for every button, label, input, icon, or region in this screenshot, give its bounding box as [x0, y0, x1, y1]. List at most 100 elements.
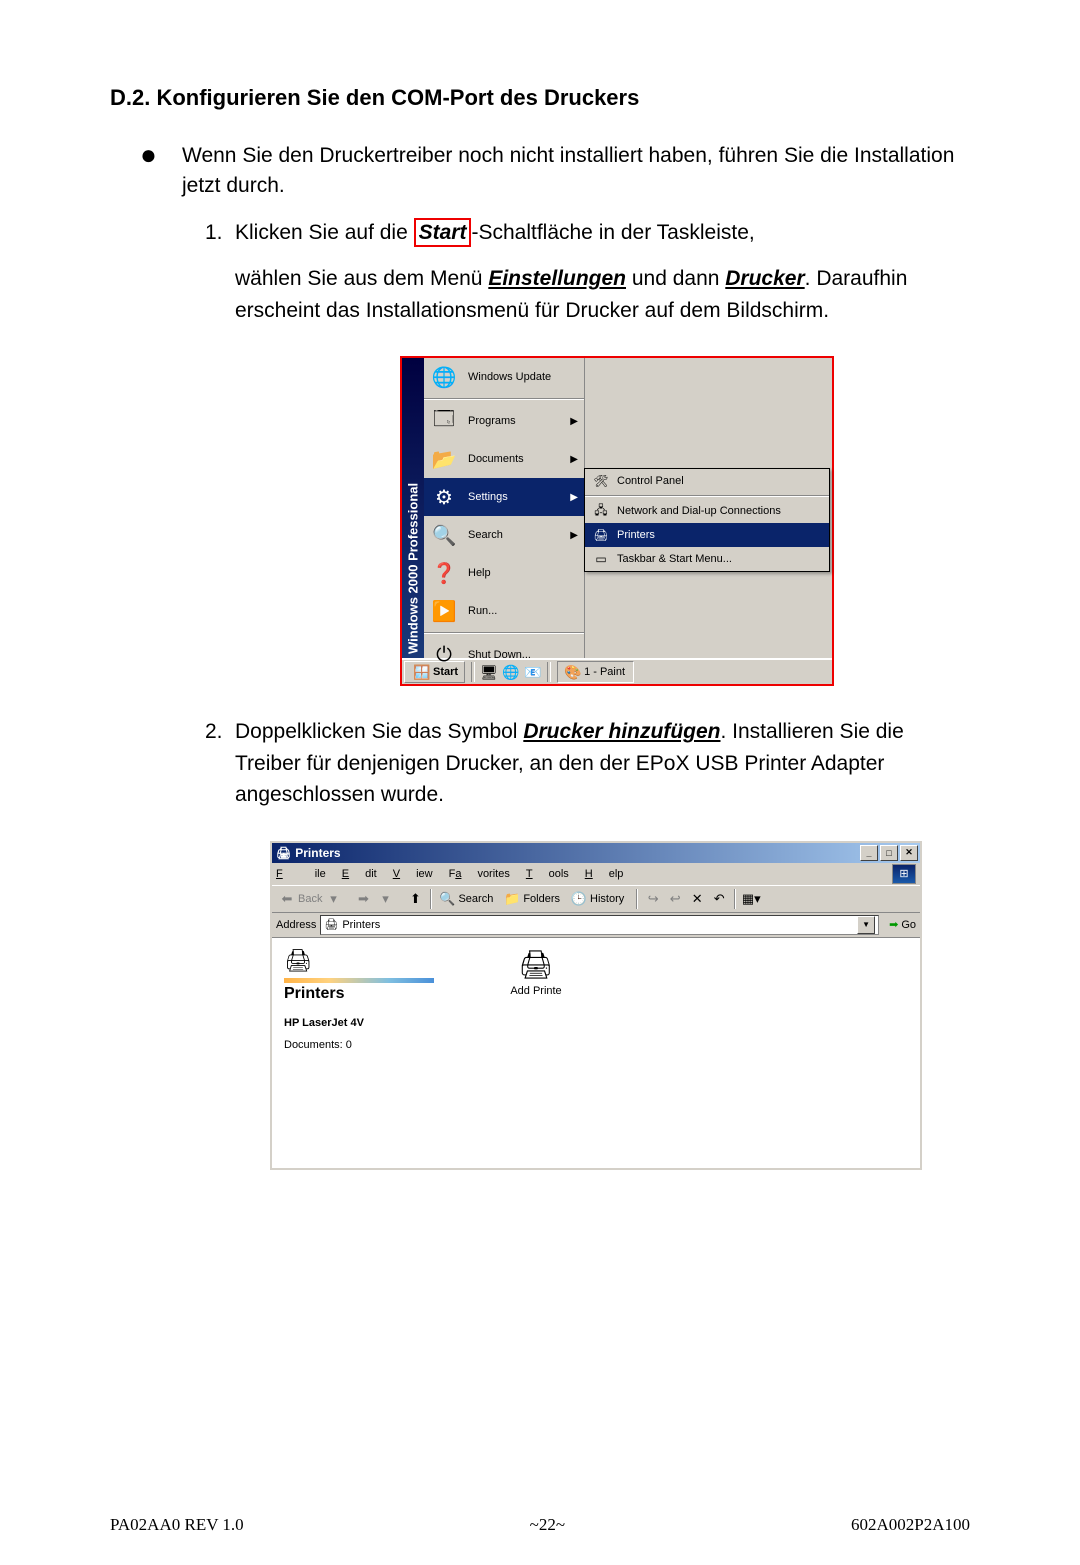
documents-count: Documents: 0 — [284, 1039, 479, 1051]
delete-icon[interactable]: ✕ — [689, 891, 705, 907]
start-menu-screenshot: Windows 2000 Professional 🌐 Windows Upda… — [400, 356, 834, 686]
settings-submenu: 🛠 Control Panel 🖧 Network and Dial-up Co… — [584, 468, 830, 572]
submenu-label: Printers — [617, 529, 655, 541]
menu-run[interactable]: ▶️ Run... — [424, 592, 584, 630]
menu-label: Run... — [468, 605, 497, 617]
copy-to-icon[interactable]: ↩ — [667, 891, 683, 907]
settings-keyword: Einstellungen — [488, 267, 626, 290]
run-icon: ▶️ — [430, 597, 458, 625]
control-panel-icon: 🛠 — [593, 473, 609, 489]
documents-icon: 📂 — [430, 445, 458, 473]
menu-label: Programs — [468, 415, 516, 427]
submenu-control-panel[interactable]: 🛠 Control Panel — [585, 469, 829, 493]
addressbar: Address 🖨 Printers ▼ ➡ Go — [272, 913, 920, 938]
history-icon: 🕒 — [571, 891, 587, 907]
menu-settings[interactable]: ⚙ Settings ▶ — [424, 478, 584, 516]
globe-icon: 🌐 — [430, 363, 458, 391]
step2-text: Doppelklicken Sie das Symbol Drucker hin… — [235, 716, 970, 811]
address-field[interactable]: 🖨 Printers ▼ — [320, 915, 879, 935]
add-printer-item[interactable]: 🖨 Add Printe — [501, 948, 571, 997]
menu-label: Documents — [468, 453, 524, 465]
folders-icon: 📁 — [504, 891, 520, 907]
selected-printer-name: HP LaserJet 4V — [284, 1017, 479, 1029]
accent-bar — [284, 978, 434, 983]
forward-button[interactable]: ➡▾ — [352, 891, 396, 907]
chevron-right-icon: ▶ — [570, 530, 578, 541]
maximize-button[interactable]: □ — [880, 845, 898, 861]
toolbar-separator — [734, 889, 736, 909]
search-button[interactable]: 🔍Search — [436, 891, 493, 907]
windows-flag-icon: ⊞ — [892, 864, 916, 884]
printers-window: 🖨 Printers _ □ ✕ File Edit View Favorite… — [270, 841, 922, 1170]
add-printer-keyword: Drucker hinzufügen — [523, 720, 720, 743]
undo-icon[interactable]: ↶ — [711, 891, 727, 907]
views-icon[interactable]: ▦▾ — [743, 891, 759, 907]
menu-edit[interactable]: Edit — [342, 868, 377, 880]
titlebar[interactable]: 🖨 Printers _ □ ✕ — [272, 843, 920, 863]
menu-tools[interactable]: Tools — [526, 868, 569, 880]
task-label: 1 - Paint — [584, 666, 625, 678]
menubar: File Edit View Favorites Tools Help ⊞ — [272, 863, 920, 885]
start-keyword: Start — [414, 218, 472, 247]
close-button[interactable]: ✕ — [900, 845, 918, 861]
submenu-label: Network and Dial-up Connections — [617, 505, 781, 517]
drucker-keyword: Drucker — [725, 267, 804, 290]
search-icon: 🔍 — [430, 521, 458, 549]
printers-folder-icon: 🖨 — [284, 948, 314, 972]
folders-button[interactable]: 📁Folders — [501, 891, 560, 907]
menu-shutdown[interactable]: ⏻ Shut Down... — [424, 636, 584, 674]
titlebar-icon: 🖨 — [276, 846, 291, 860]
go-button[interactable]: ➡ Go — [889, 918, 916, 931]
submenu-printers[interactable]: 🖨 Printers — [585, 523, 829, 547]
menu-favorites[interactable]: Favorites — [449, 868, 510, 880]
submenu-network[interactable]: 🖧 Network and Dial-up Connections — [585, 499, 829, 523]
menu-help[interactable]: Help — [585, 868, 624, 880]
move-to-icon[interactable]: ↪ — [645, 891, 661, 907]
settings-icon: ⚙ — [430, 483, 458, 511]
chevron-right-icon: ▶ — [570, 454, 578, 465]
submenu-label: Control Panel — [617, 475, 684, 487]
programs-icon: 🗔 — [430, 407, 458, 435]
up-icon[interactable]: ⬆ — [407, 891, 423, 907]
info-panel: 🖨 Printers HP LaserJet 4V Documents: 0 — [272, 938, 491, 1168]
add-printer-label: Add Printe — [501, 985, 571, 997]
history-button[interactable]: 🕒History — [568, 891, 624, 907]
menu-label: Help — [468, 567, 491, 579]
menu-separator — [424, 398, 584, 400]
items-panel: 🖨 Add Printe — [491, 938, 920, 1168]
menu-separator — [424, 632, 584, 634]
toolbar-separator — [430, 889, 432, 909]
menu-label: Settings — [468, 491, 508, 503]
address-value: Printers — [342, 919, 380, 931]
menu-file[interactable]: File — [276, 868, 326, 880]
panel-title: Printers — [284, 985, 479, 1003]
arrow-right-icon: ➡ — [355, 891, 371, 907]
dropdown-icon: ▾ — [325, 891, 341, 907]
footer-right: 602A002P2A100 — [851, 1515, 970, 1535]
help-icon: ❓ — [430, 559, 458, 587]
menu-help[interactable]: ❓ Help — [424, 554, 584, 592]
menu-programs[interactable]: 🗔 Programs ▶ — [424, 402, 584, 440]
step-number-1: 1. — [205, 217, 235, 249]
minimize-button[interactable]: _ — [860, 845, 878, 861]
dropdown-icon: ▾ — [377, 891, 393, 907]
go-icon: ➡ — [889, 918, 898, 931]
back-button[interactable]: ⬅Back▾ — [276, 891, 344, 907]
menu-windows-update[interactable]: 🌐 Windows Update — [424, 358, 584, 396]
menu-label: Windows Update — [468, 371, 551, 383]
menu-documents[interactable]: 📂 Documents ▶ — [424, 440, 584, 478]
step1-line1: Klicken Sie auf die Start-Schaltfläche i… — [235, 217, 755, 249]
address-dropdown-button[interactable]: ▼ — [857, 916, 875, 934]
toolbar: ⬅Back▾ ➡▾ ⬆ 🔍Search 📁Folders 🕒History ↪ … — [272, 885, 920, 913]
menu-search[interactable]: 🔍 Search ▶ — [424, 516, 584, 554]
menu-separator — [585, 495, 829, 497]
submenu-taskbar[interactable]: ▭ Taskbar & Start Menu... — [585, 547, 829, 571]
add-printer-icon: 🖨 — [501, 948, 571, 981]
shutdown-icon: ⏻ — [430, 641, 458, 669]
page-footer: PA02AA0 REV 1.0 ~22~ 602A002P2A100 — [110, 1515, 970, 1535]
address-icon: 🖨 — [324, 918, 338, 931]
bullet-icon: ● — [140, 141, 182, 202]
menu-view[interactable]: View — [393, 868, 433, 880]
windows-brand-stripe: Windows 2000 Professional — [402, 358, 424, 658]
footer-center: ~22~ — [530, 1515, 565, 1535]
